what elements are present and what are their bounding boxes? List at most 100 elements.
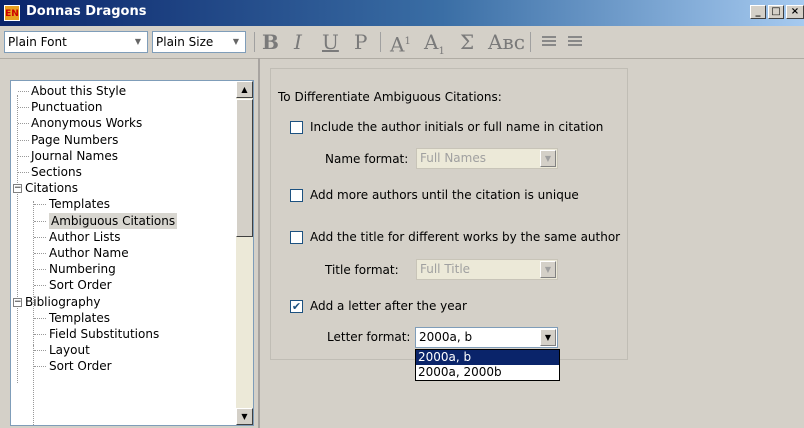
add-title-label: Add the title for different works by the…	[310, 230, 621, 244]
tree-connector-line	[18, 155, 29, 157]
tree-connector-line	[34, 350, 46, 352]
chevron-down-icon: ▼	[540, 150, 556, 167]
tree-item[interactable]: Ambiguous Citations	[49, 212, 178, 229]
pane-splitter[interactable]	[258, 58, 260, 428]
tree-connector-line	[17, 95, 18, 383]
scroll-thumb[interactable]	[236, 99, 253, 237]
tree-connector-line	[34, 236, 46, 238]
tree-item[interactable]: Sort Order	[49, 277, 112, 293]
add-letter-label: Add a letter after the year	[310, 299, 467, 313]
superscript-glyph: A	[390, 32, 405, 57]
name-format-value: Full Names	[420, 151, 486, 165]
add-authors-checkbox[interactable]	[290, 189, 303, 202]
tree-item[interactable]: Sections	[31, 164, 82, 180]
tree-connector-line	[18, 123, 29, 125]
subscript-button[interactable]: A1	[424, 28, 445, 66]
symbol-button[interactable]: Σ	[460, 28, 474, 56]
subscript-mark: 1	[438, 46, 445, 57]
ambiguous-citations-group	[270, 68, 628, 360]
font-select-value: Plain Font	[8, 35, 67, 49]
letter-format-option[interactable]: 2000a, 2000b	[416, 365, 559, 380]
title-format-label: Title format:	[325, 263, 399, 277]
title-format-select[interactable]: Full Title ▼	[416, 259, 558, 280]
tree-connector-line	[18, 172, 29, 173]
tree-connector-line	[18, 139, 29, 141]
tree-item[interactable]: Citations	[25, 180, 78, 196]
include-initials-checkbox[interactable]	[290, 121, 303, 134]
tree-connector-line	[34, 366, 46, 368]
tree-connector-line	[34, 253, 46, 254]
tree-connector-line	[34, 285, 46, 287]
size-select-value: Plain Size	[156, 35, 214, 49]
tree-item[interactable]: Sort Order	[49, 358, 112, 374]
tree-item[interactable]: Page Numbers	[31, 132, 118, 148]
small-caps-button[interactable]: Aʙᴄ	[488, 28, 525, 56]
collapse-icon[interactable]: −	[13, 297, 22, 307]
letter-format-select[interactable]: 2000a, b ▼	[415, 327, 558, 348]
maximize-button[interactable]: □	[768, 5, 784, 19]
underline-button[interactable]: U	[322, 28, 339, 56]
tree-connector-line	[18, 107, 29, 109]
chevron-down-icon: ▼	[232, 37, 240, 46]
tree-item[interactable]: Layout	[49, 342, 90, 358]
tree-connector-line	[34, 334, 46, 335]
minimize-button[interactable]: _	[750, 5, 766, 19]
align-left-icon[interactable]	[542, 36, 556, 48]
app-icon: EN	[4, 5, 20, 21]
bold-button[interactable]: B	[262, 28, 279, 56]
tree-item[interactable]: Journal Names	[31, 148, 118, 164]
tree-item[interactable]: Numbering	[49, 261, 116, 277]
tree-connector-line	[34, 317, 46, 319]
letter-format-value: 2000a, b	[419, 330, 473, 344]
add-title-checkbox[interactable]	[290, 231, 303, 244]
tree-connector-line	[34, 269, 46, 271]
formatting-toolbar: Plain Font ▼ Plain Size ▼ B I U P A1 A1 …	[0, 26, 804, 59]
superscript-button[interactable]: A1	[390, 28, 411, 59]
font-select[interactable]: Plain Font ▼	[4, 31, 148, 53]
scroll-down-icon[interactable]: ▼	[236, 408, 253, 425]
chevron-down-icon: ▼	[134, 37, 142, 46]
tree-item[interactable]: Templates	[49, 310, 110, 326]
name-format-label: Name format:	[325, 152, 409, 166]
tree-item[interactable]: Templates	[49, 196, 110, 212]
letter-format-option[interactable]: 2000a, b	[416, 350, 559, 365]
title-bar: EN Donnas Dragons _ □ ×	[0, 0, 804, 26]
toolbar-separator	[380, 32, 381, 52]
tree-connector-line	[34, 204, 46, 206]
tree-item[interactable]: About this Style	[31, 83, 126, 99]
include-initials-label: Include the author initials or full name…	[310, 120, 604, 134]
scroll-up-icon[interactable]: ▲	[236, 81, 253, 98]
tree-connector-line	[33, 201, 34, 345]
superscript-mark: 1	[404, 36, 411, 47]
tree-scrollbar[interactable]: ▲ ▼	[236, 81, 253, 425]
style-tree[interactable]: About this Style Punctuation Anonymous Wor…	[10, 80, 254, 426]
italic-button[interactable]: I	[294, 28, 302, 56]
name-format-select[interactable]: Full Names ▼	[416, 148, 558, 169]
tree-item[interactable]: Author Name	[49, 245, 129, 261]
tree-item[interactable]: Anonymous Works	[31, 115, 142, 131]
tree-connector-line	[33, 345, 34, 425]
size-select[interactable]: Plain Size ▼	[152, 31, 246, 53]
window-title: Donnas Dragons	[26, 4, 147, 19]
subscript-glyph: A	[424, 30, 439, 54]
close-button[interactable]: ×	[786, 5, 804, 19]
add-authors-label: Add more authors until the citation is u…	[310, 188, 579, 202]
toolbar-separator	[530, 32, 531, 52]
add-letter-checkbox[interactable]: ✔	[290, 300, 303, 313]
group-title: To Differentiate Ambiguous Citations:	[276, 90, 504, 104]
align-justify-icon[interactable]	[568, 36, 582, 48]
tree-item[interactable]: Author Lists	[49, 229, 120, 245]
chevron-down-icon: ▼	[540, 329, 556, 346]
toolbar-separator	[254, 32, 255, 52]
chevron-down-icon: ▼	[540, 261, 556, 278]
collapse-icon[interactable]: −	[13, 184, 22, 194]
tree-item[interactable]: Punctuation	[31, 99, 102, 115]
letter-format-dropdown-list: 2000a, b 2000a, 2000b	[415, 349, 560, 381]
tree-connector-line	[18, 91, 29, 92]
tree-item[interactable]: Field Substitutions	[49, 326, 159, 342]
plain-button[interactable]: P	[354, 28, 367, 56]
letter-format-label: Letter format:	[327, 330, 411, 344]
tree-item[interactable]: Bibliography	[25, 294, 100, 310]
checkmark-icon: ✔	[291, 300, 302, 313]
tree-connector-line	[34, 220, 46, 222]
